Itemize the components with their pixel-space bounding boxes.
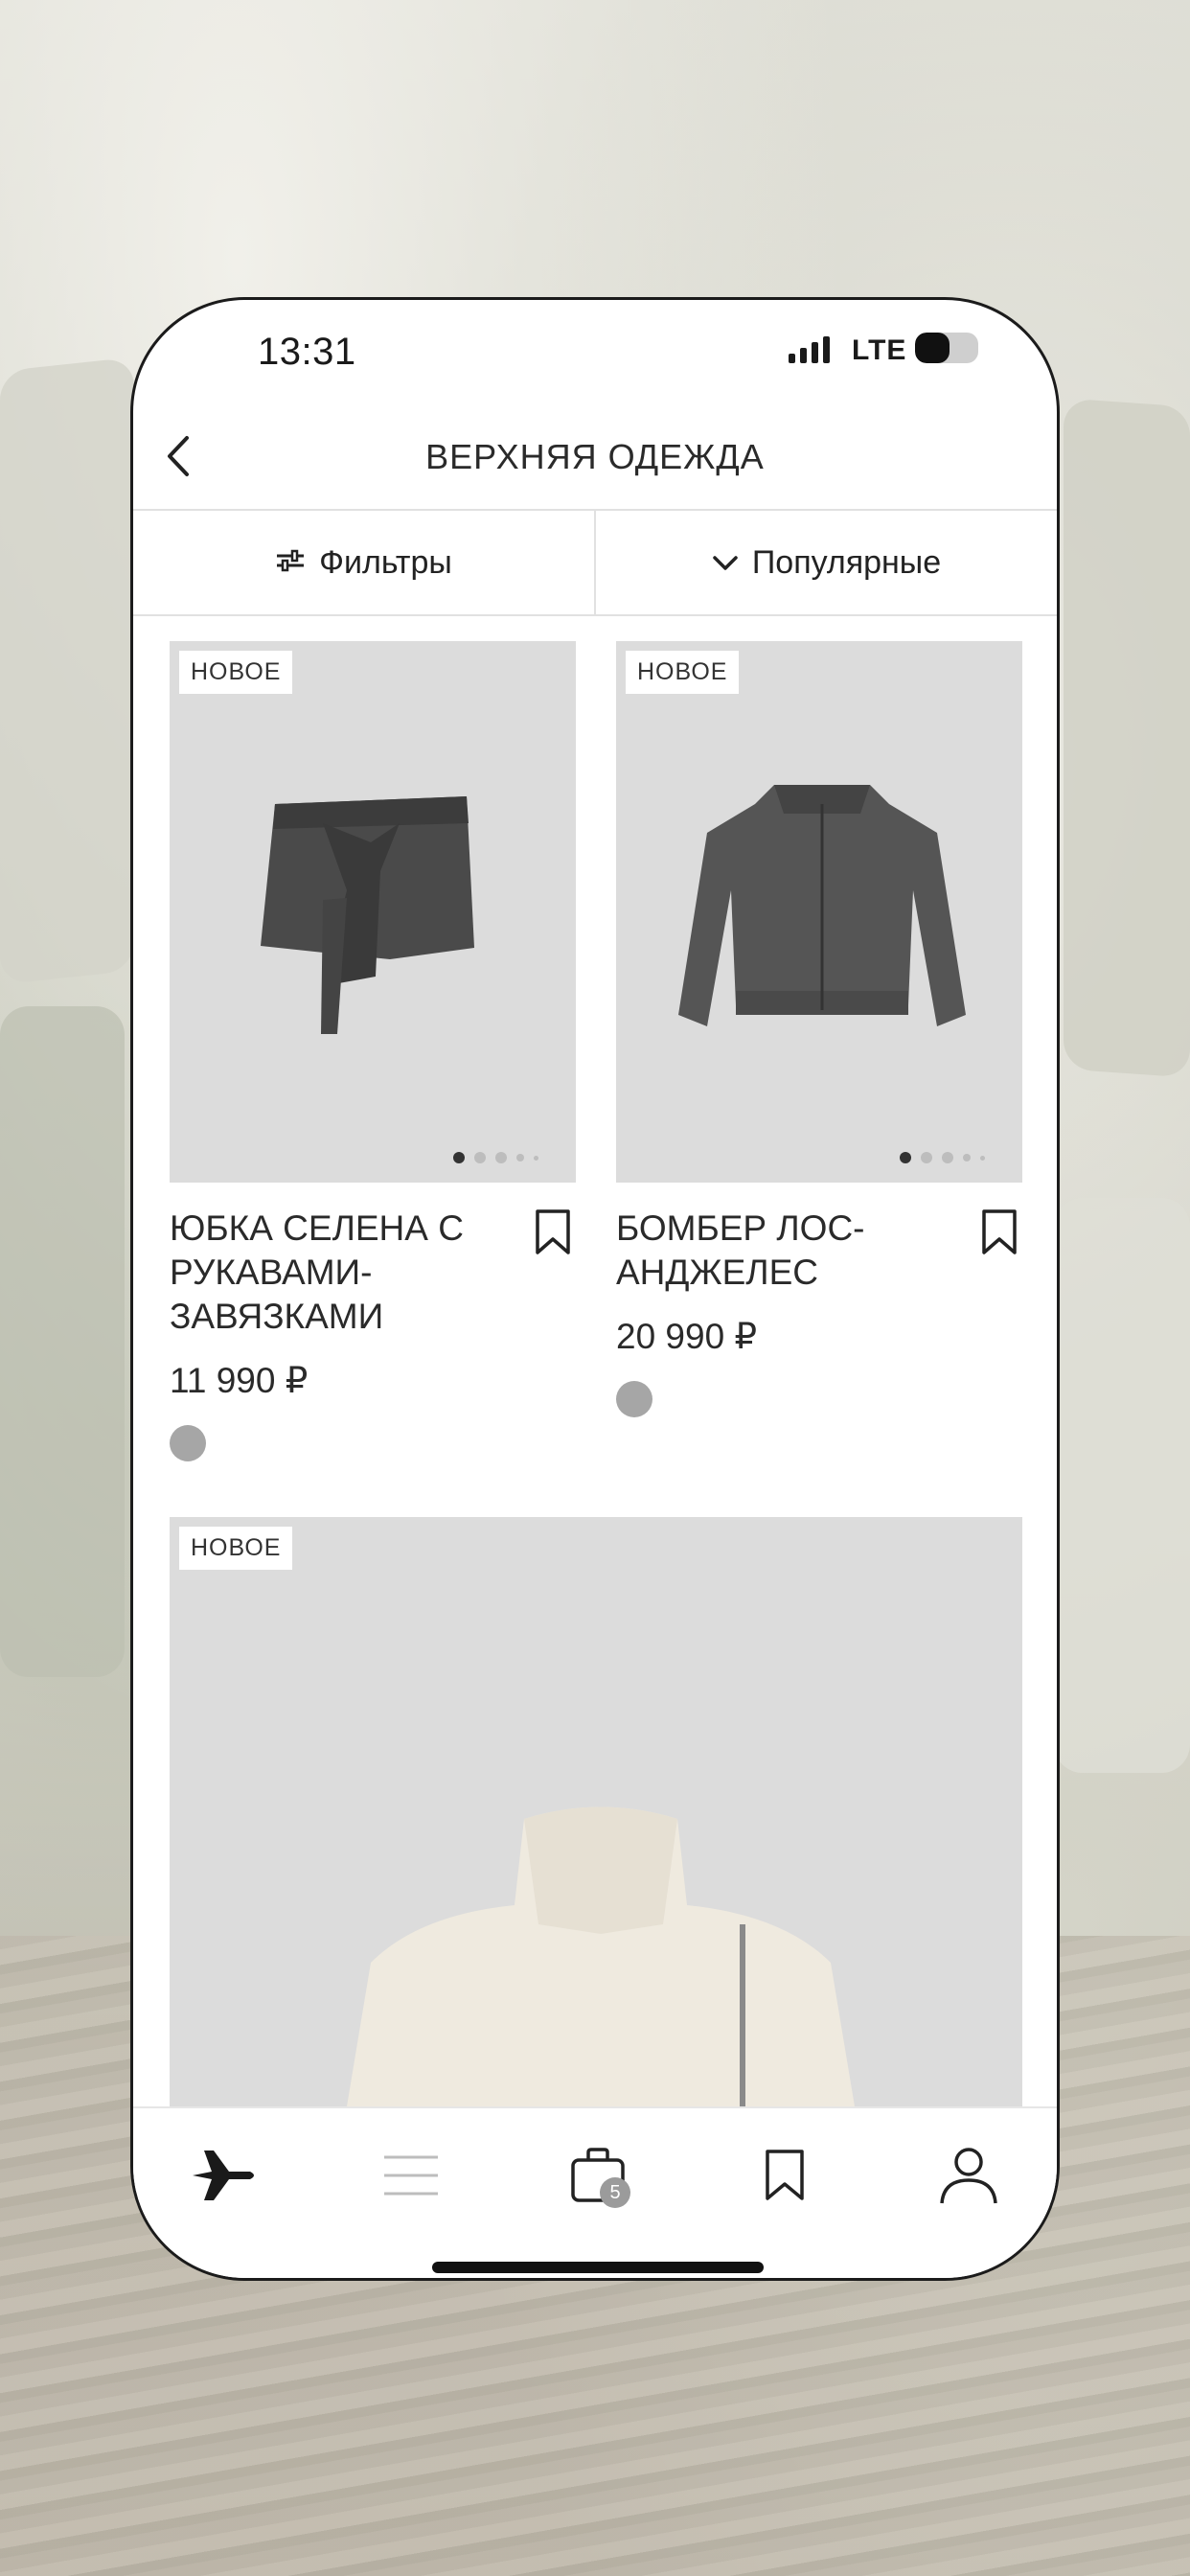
profile-icon[interactable] [930,2137,1007,2214]
bookmark-icon[interactable] [978,1208,1020,1256]
sort-label: Популярные [751,543,942,581]
product-price: 20 990 ₽ [616,1317,757,1356]
color-swatch[interactable] [170,1425,206,1461]
phone-screen: 13:31 LTE ВЕРХНЯЯ ОДЕЖДА Фильтры Популяр… [130,297,1060,2281]
product-name[interactable]: ЮБКА СЕЛЕНА С РУКАВАМИ-ЗАВЯЗКАМИ [170,1207,495,1339]
sort-button[interactable]: Популярные [594,511,1057,614]
color-swatch[interactable] [616,1381,652,1417]
image-pagination [900,1152,985,1163]
bomber-image [678,785,966,1026]
bookmark-icon[interactable] [746,2137,823,2214]
chevron-down-icon [712,544,739,582]
new-badge: НОВОЕ [626,651,740,694]
product-card[interactable]: НОВОЕ БОМБЕР ЛОС-АНДЖЕЛЕС 20 990 ₽ [616,641,1022,1465]
plane-icon[interactable] [186,2137,263,2214]
home-indicator[interactable] [432,2262,764,2273]
menu-icon[interactable] [373,2137,449,2214]
status-bar: 13:31 LTE [133,300,1057,401]
product-name[interactable]: БОМБЕР ЛОС-АНДЖЕЛЕС [616,1207,942,1295]
page-title: ВЕРХНЯЯ ОДЕЖДА [425,437,765,476]
skirt-image [261,796,474,1034]
network-label: LTE [852,334,907,366]
new-badge: НОВОЕ [179,651,293,694]
product-card[interactable]: НОВОЕ ЮБКА СЕЛЕНА С РУКАВАМИ-ЗАВЯЗКАМИ 1… [170,641,576,1465]
new-badge: НОВОЕ [179,1527,293,1570]
filters-label: Фильтры [319,543,452,581]
image-pagination [453,1152,538,1163]
signal-icon [789,336,830,363]
bottom-tab-bar: 5 [133,2106,1057,2278]
status-time: 13:31 [258,331,356,373]
sliders-icon [275,544,306,582]
product-image[interactable]: НОВОЕ [616,641,1022,1183]
product-image[interactable]: НОВОЕ [170,1517,1022,2188]
bookmark-icon[interactable] [532,1208,574,1256]
product-price: 11 990 ₽ [170,1361,309,1400]
battery-icon [915,333,978,363]
navigation-bar: ВЕРХНЯЯ ОДЕЖДА [133,403,1057,511]
product-card[interactable]: НОВОЕ [170,1517,1022,2188]
bag-icon[interactable]: 5 [560,2137,636,2214]
product-image[interactable]: НОВОЕ [170,641,576,1183]
filters-button[interactable]: Фильтры [133,511,594,614]
filter-sort-toolbar: Фильтры Популярные [133,511,1057,616]
cart-count-badge: 5 [600,2177,630,2208]
